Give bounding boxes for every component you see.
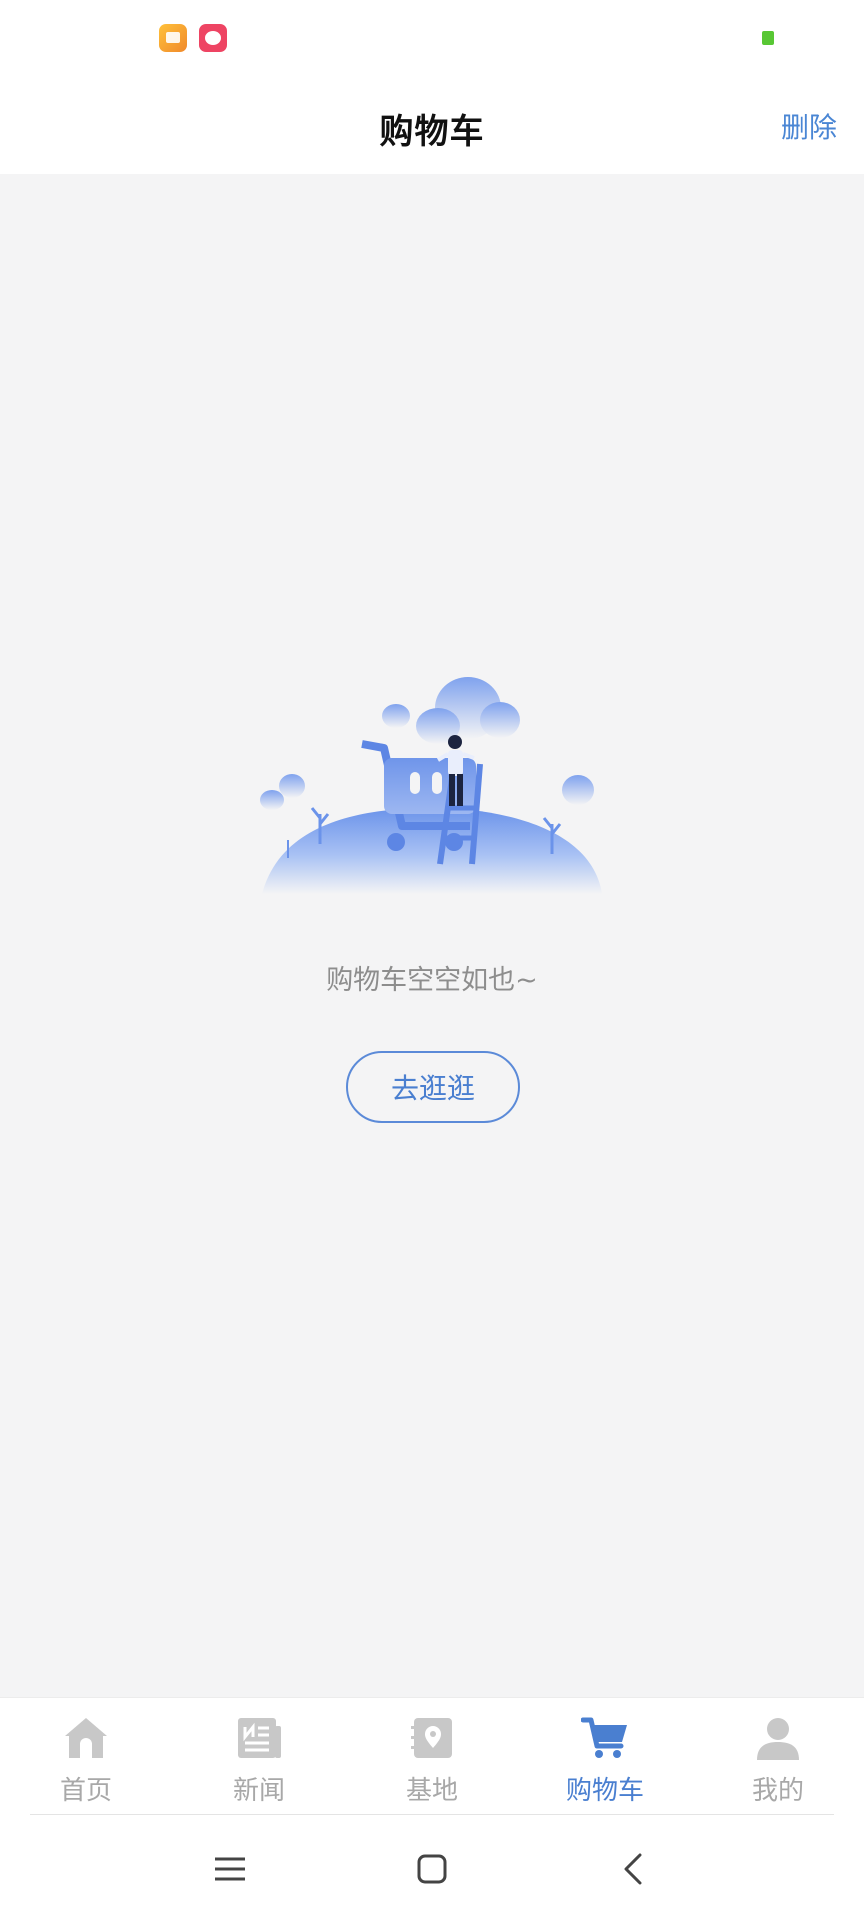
empty-cart-message: 购物车空空如也~ [326,965,538,996]
empty-cart-illustration [260,677,602,894]
cart-icon [581,1717,627,1758]
tab-label: 我的 [751,1776,804,1806]
home-button-icon[interactable] [410,1847,454,1891]
notification-app-icon [159,24,187,52]
status-bar [0,0,864,76]
go-shopping-button[interactable]: 去逛逛 [346,1051,520,1123]
home-icon [65,1718,107,1758]
tab-news[interactable]: 新闻 [173,1698,345,1816]
page-title: 购物车 [379,112,485,152]
bottom-tab-bar: 首页 新闻 基地 购物车 我的 [0,1697,864,1815]
header: 购物车 删除 [0,76,864,174]
tab-cart[interactable]: 购物车 [519,1698,691,1816]
tab-label: 基地 [405,1776,458,1806]
news-icon [238,1718,281,1758]
back-icon[interactable] [612,1847,656,1891]
menu-icon[interactable] [208,1847,252,1891]
tab-label: 首页 [59,1776,112,1806]
battery-icon [762,31,774,45]
delete-button[interactable]: 删除 [781,106,837,146]
tab-base[interactable]: 基地 [346,1698,518,1816]
notification-app-icon-2 [199,24,227,52]
screen: 购物车 删除 购物车空空如也~ 去逛逛 首页 新闻 基地 购物车 我的 [0,0,864,1920]
user-icon [757,1718,799,1760]
system-nav-bar [0,1815,864,1920]
tab-mine[interactable]: 我的 [692,1698,864,1816]
tab-label: 新闻 [232,1776,285,1806]
location-icon [411,1718,452,1758]
tab-home[interactable]: 首页 [0,1698,172,1816]
tab-label: 购物车 [565,1776,644,1806]
